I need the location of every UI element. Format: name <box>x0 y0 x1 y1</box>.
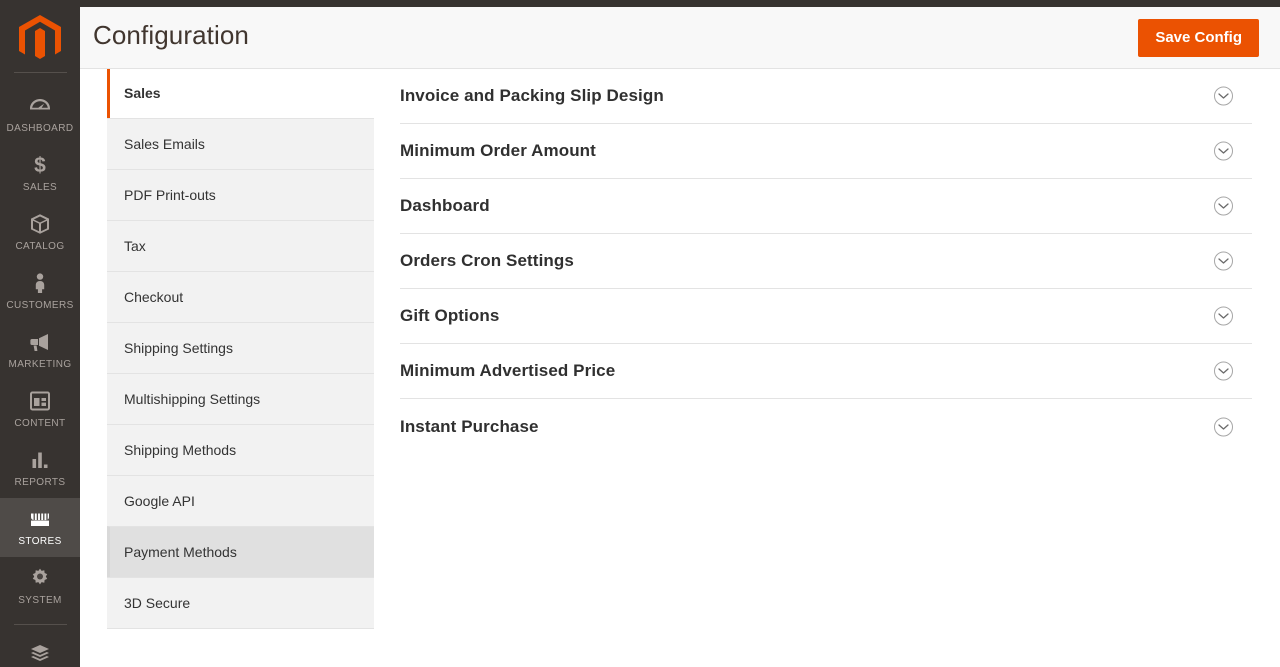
section-invoice-and-packing-slip-design[interactable]: Invoice and Packing Slip Design <box>400 69 1252 124</box>
section-title: Minimum Advertised Price <box>400 361 615 381</box>
gear-icon <box>2 566 78 590</box>
section-gift-options[interactable]: Gift Options <box>400 289 1252 344</box>
sidebar-item-label: SYSTEM <box>2 595 78 607</box>
save-config-button[interactable]: Save Config <box>1138 19 1259 57</box>
sidebar-item-customers[interactable]: CUSTOMERS <box>0 262 80 321</box>
sidebar-item-label: DASHBOARD <box>2 123 78 135</box>
dollar-sign-icon: $ <box>2 153 78 177</box>
section-title: Invoice and Packing Slip Design <box>400 86 664 106</box>
config-nav-item-checkout[interactable]: Checkout <box>107 271 374 323</box>
config-nav-item-shipping-settings[interactable]: Shipping Settings <box>107 322 374 374</box>
section-instant-purchase[interactable]: Instant Purchase <box>400 399 1252 454</box>
svg-text:$: $ <box>34 154 46 177</box>
chevron-down-icon[interactable] <box>1214 362 1233 381</box>
dashboard-gauge-icon <box>2 94 78 118</box>
config-nav-item-tax[interactable]: Tax <box>107 220 374 272</box>
layout-page-icon <box>2 389 78 413</box>
sidebar-item-reports[interactable]: REPORTS <box>0 439 80 498</box>
config-nav-item-sales-emails[interactable]: Sales Emails <box>107 118 374 170</box>
config-nav-item-google-api[interactable]: Google API <box>107 475 374 527</box>
section-title: Minimum Order Amount <box>400 141 596 161</box>
section-dashboard[interactable]: Dashboard <box>400 179 1252 234</box>
config-nav-item-3d-secure[interactable]: 3D Secure <box>107 577 374 629</box>
sidebar-item-sales[interactable]: $ SALES <box>0 144 80 203</box>
config-section-nav[interactable]: Sales Sales Emails PDF Print-outs Tax Ch… <box>107 69 374 667</box>
sidebar-item-label: CATALOG <box>2 241 78 253</box>
admin-sidebar: DASHBOARD $ SALES CATALOG CUSTOMERS MARK… <box>0 0 80 667</box>
top-accent-strip <box>0 0 1280 7</box>
chevron-down-icon[interactable] <box>1214 87 1233 106</box>
sidebar-item-stores[interactable]: STORES <box>0 498 80 557</box>
sidebar-item-label: STORES <box>2 536 78 548</box>
bar-chart-icon <box>2 448 78 472</box>
config-nav-scroll: Sales Sales Emails PDF Print-outs Tax Ch… <box>107 69 374 629</box>
sidebar-item-label: CONTENT <box>2 418 78 430</box>
magento-logo[interactable] <box>0 0 80 72</box>
section-title: Orders Cron Settings <box>400 251 574 271</box>
config-section-list: Invoice and Packing Slip Design Minimum … <box>400 69 1252 454</box>
config-nav-item-shipping-methods[interactable]: Shipping Methods <box>107 424 374 476</box>
section-title: Gift Options <box>400 306 499 326</box>
page-header: Configuration Save Config <box>80 7 1280 69</box>
sidebar-item-label: REPORTS <box>2 477 78 489</box>
sidebar-divider-top <box>14 72 67 73</box>
admin-page: DASHBOARD $ SALES CATALOG CUSTOMERS MARK… <box>0 0 1280 667</box>
section-minimum-order-amount[interactable]: Minimum Order Amount <box>400 124 1252 179</box>
config-nav-item-multishipping-settings[interactable]: Multishipping Settings <box>107 373 374 425</box>
chevron-down-icon[interactable] <box>1214 252 1233 271</box>
config-nav-item-payment-methods[interactable]: Payment Methods <box>107 526 374 578</box>
sidebar-item-label: CUSTOMERS <box>2 300 78 312</box>
person-icon <box>2 271 78 295</box>
chevron-down-icon[interactable] <box>1214 307 1233 326</box>
config-content: Invoice and Packing Slip Design Minimum … <box>374 69 1280 667</box>
sidebar-item-label: MARKETING <box>2 359 78 371</box>
sidebar-divider-bottom <box>14 624 67 625</box>
sidebar-item-find-partners-extensions[interactable]: FIND PARTNERS& EXTENSIONS <box>0 633 80 667</box>
chevron-down-icon[interactable] <box>1214 197 1233 216</box>
section-title: Dashboard <box>400 196 490 216</box>
sidebar-item-catalog[interactable]: CATALOG <box>0 203 80 262</box>
section-minimum-advertised-price[interactable]: Minimum Advertised Price <box>400 344 1252 399</box>
section-orders-cron-settings[interactable]: Orders Cron Settings <box>400 234 1252 289</box>
page-title: Configuration <box>93 20 249 51</box>
box-icon <box>2 212 78 236</box>
sidebar-item-dashboard[interactable]: DASHBOARD <box>0 85 80 144</box>
sidebar-item-marketing[interactable]: MARKETING <box>0 321 80 380</box>
sidebar-item-system[interactable]: SYSTEM <box>0 557 80 616</box>
sidebar-item-label: SALES <box>2 182 78 194</box>
config-nav-item-pdf-print-outs[interactable]: PDF Print-outs <box>107 169 374 221</box>
megaphone-icon <box>2 330 78 354</box>
section-title: Instant Purchase <box>400 417 539 437</box>
chevron-down-icon[interactable] <box>1214 417 1233 436</box>
extension-box-icon <box>2 642 78 666</box>
sidebar-item-content[interactable]: CONTENT <box>0 380 80 439</box>
storefront-icon <box>2 507 78 531</box>
chevron-down-icon[interactable] <box>1214 142 1233 161</box>
config-nav-item-sales[interactable]: Sales <box>107 69 374 119</box>
